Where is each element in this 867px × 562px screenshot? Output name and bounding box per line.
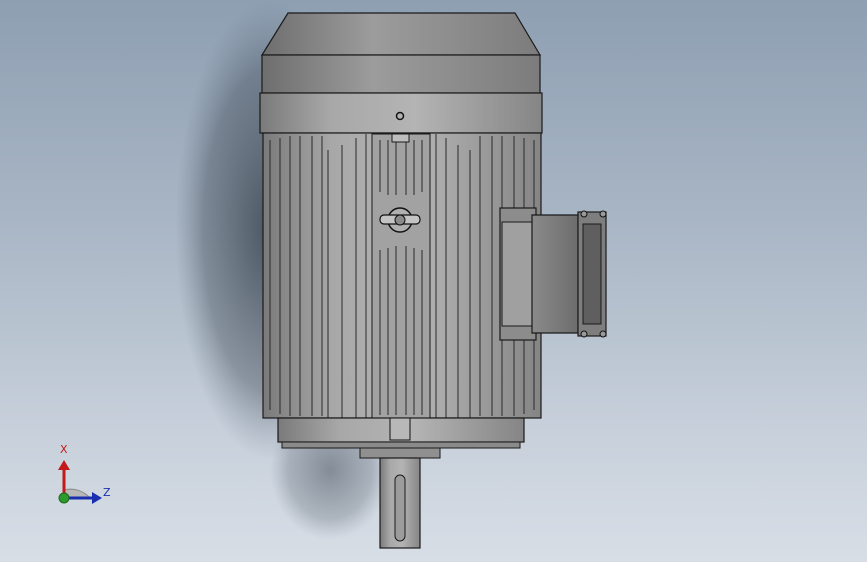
motor-model[interactable] xyxy=(0,0,867,562)
terminal-box xyxy=(499,207,607,341)
y-axis-dot xyxy=(58,492,70,504)
x-axis-label: X xyxy=(60,443,68,456)
fan-cover xyxy=(259,12,543,134)
axis-triad xyxy=(58,460,102,504)
z-axis-label: Z xyxy=(103,486,111,499)
motor-shaft xyxy=(379,457,421,549)
graphics-viewport[interactable]: X Z xyxy=(0,0,867,562)
motor-body xyxy=(262,132,542,421)
